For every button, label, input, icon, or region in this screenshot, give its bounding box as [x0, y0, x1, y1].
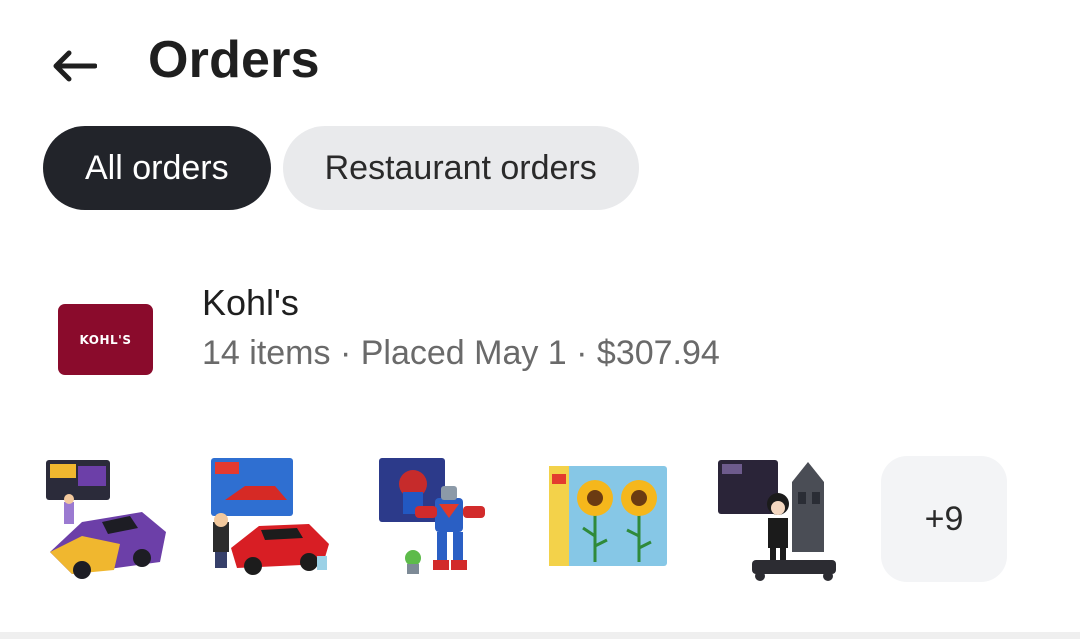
- arrow-left-icon: [53, 50, 97, 82]
- product-thumbnail-wednesday-set[interactable]: [712, 452, 842, 582]
- order-summary: 14 items · Placed May 1 · $307.94: [202, 334, 720, 372]
- order-list-item[interactable]: KOHL'S Kohl's 14 items · Placed May 1 · …: [0, 270, 1080, 390]
- section-divider: [0, 632, 1080, 639]
- app-header: Orders: [0, 0, 1080, 120]
- order-item-thumbnails: +9: [0, 452, 1080, 587]
- product-thumbnail-red-car[interactable]: [205, 452, 335, 582]
- product-thumbnail-race-car[interactable]: [42, 452, 172, 582]
- page-title: Orders: [148, 31, 320, 89]
- product-thumbnail-superman-mech[interactable]: [373, 452, 503, 582]
- order-filter-chips: All orders Restaurant orders: [43, 126, 639, 210]
- all-orders-chip[interactable]: All orders: [43, 126, 271, 210]
- back-button[interactable]: [44, 36, 104, 96]
- restaurant-orders-chip[interactable]: Restaurant orders: [282, 126, 639, 210]
- product-thumbnail-sunflowers[interactable]: [543, 452, 673, 582]
- more-items-tile[interactable]: +9: [881, 456, 1007, 582]
- store-logo: KOHL'S: [58, 304, 153, 375]
- store-name: Kohl's: [202, 282, 299, 323]
- store-logo-text: KOHL'S: [79, 332, 132, 347]
